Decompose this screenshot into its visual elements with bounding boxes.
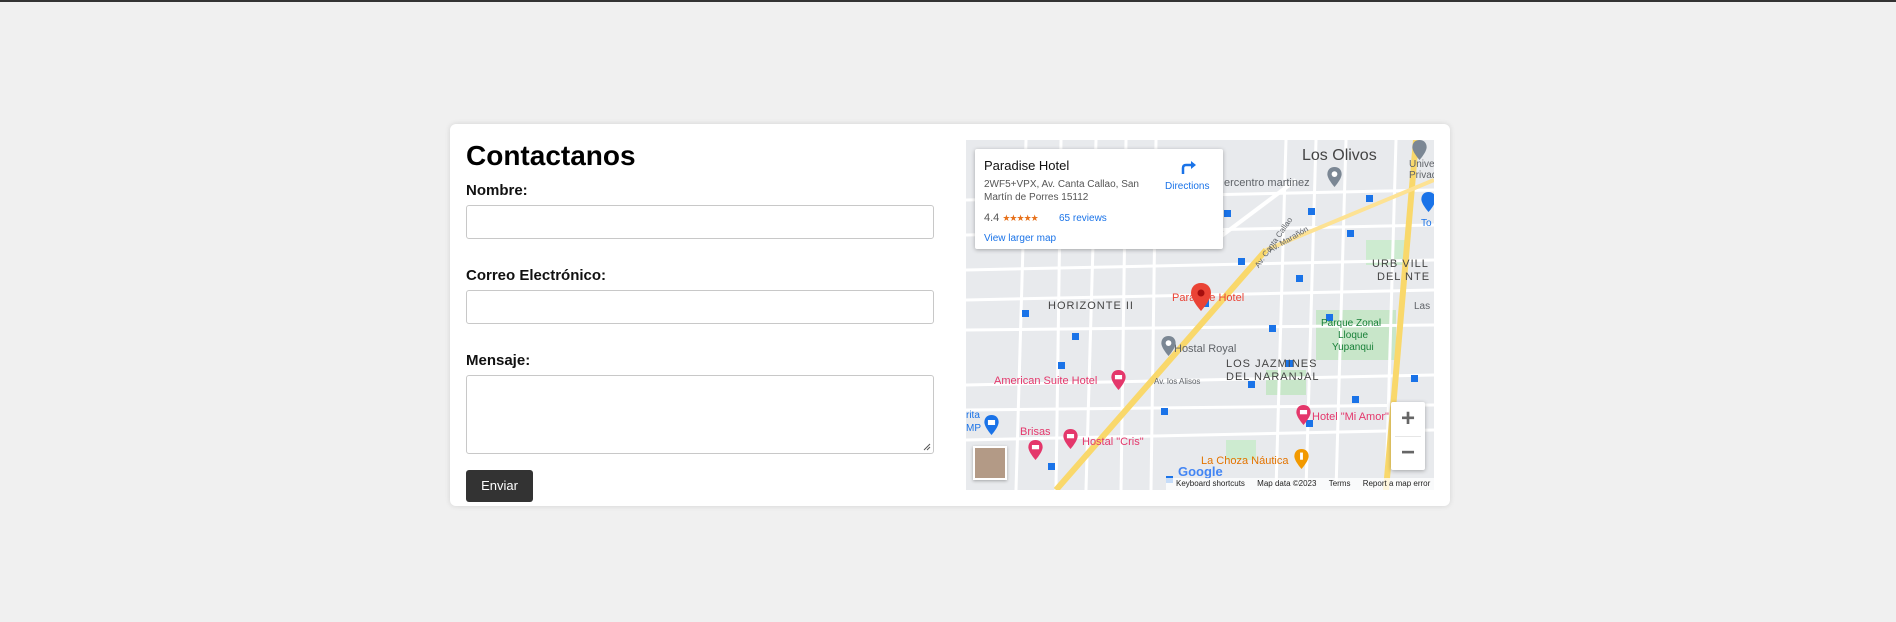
map-data-text: Map data ©2023 (1257, 479, 1317, 488)
map-label-universidad: Univer (1409, 159, 1434, 170)
map-label-to: To (1421, 218, 1432, 229)
map-label-av-los-alisos: Av. los Alisos (1154, 377, 1201, 386)
rating-stars-icon: ★★★★★ (1002, 213, 1038, 223)
map-label-parque-zonal: Parque Zonal (1321, 318, 1382, 329)
zoom-in-button[interactable]: + (1391, 402, 1425, 436)
map-label-las: Las (1414, 301, 1431, 312)
embedded-map[interactable]: Los Olivos Univer Privad ercentro martin… (966, 140, 1434, 490)
contact-card: Contactanos Nombre: Correo Electrónico: … (450, 124, 1450, 506)
contact-form: Contactanos Nombre: Correo Electrónico: … (466, 140, 934, 502)
university-marker-icon[interactable] (1412, 140, 1427, 160)
map-label-del-naranjal: DEL NARANJAL (1226, 371, 1320, 383)
terms-link[interactable]: Terms (1329, 479, 1351, 488)
map-label-del-nte: DEL NTE (1377, 271, 1431, 283)
submit-button[interactable]: Enviar (466, 470, 533, 502)
report-error-link[interactable]: Report a map error (1363, 479, 1431, 488)
map-label-privada: Privad (1409, 170, 1434, 181)
map-label-horizonte: HORIZONTE II (1048, 300, 1134, 312)
place-name: Paradise Hotel (984, 158, 1070, 173)
place-info-card: Paradise Hotel 2WF5+VPX, Av. Canta Calla… (975, 149, 1223, 249)
message-label: Mensaje: (466, 352, 531, 369)
map-label-lloque: Lloque (1338, 330, 1369, 341)
hostal-cris-marker-icon[interactable] (1063, 429, 1078, 449)
view-larger-map-link[interactable]: View larger map (984, 233, 1056, 244)
hotel-mi-amor-marker-icon[interactable] (1296, 405, 1311, 425)
message-textarea[interactable] (466, 375, 934, 454)
hostal-royal-marker-icon[interactable] (1161, 336, 1176, 356)
shopping-marker-icon[interactable] (984, 415, 999, 435)
satellite-toggle-button[interactable] (973, 446, 1007, 480)
email-input[interactable] (466, 290, 934, 324)
name-label: Nombre: (466, 182, 528, 199)
map-label-urb-villa: URB VILL (1372, 258, 1429, 270)
reviews-link[interactable]: 65 reviews (1059, 213, 1107, 224)
brisas-marker-icon[interactable] (1028, 440, 1043, 460)
place-rating: 4.4 ★★★★★ (984, 212, 1039, 224)
map-label-hostal-royal[interactable]: Hostal Royal (1174, 343, 1236, 355)
page-title: Contactanos (466, 140, 636, 171)
top-border (0, 0, 1896, 2)
zoom-out-button[interactable]: − (1391, 436, 1425, 470)
email-label: Correo Electrónico: (466, 267, 607, 284)
map-label-mp: MP (966, 423, 981, 434)
map-footer: Keyboard shortcuts Map data ©2023 Terms … (1166, 478, 1434, 490)
map-label-los-jazmines: LOS JAZMINES (1226, 358, 1318, 370)
place-address: 2WF5+VPX, Av. Canta Callao, San Martín d… (984, 179, 1139, 203)
name-input[interactable] (466, 205, 934, 239)
american-suite-marker-icon[interactable] (1111, 370, 1126, 390)
map-label-hostal-cris[interactable]: Hostal "Cris" (1082, 436, 1144, 448)
map-label-yupanqui: Yupanqui (1332, 342, 1374, 353)
la-choza-marker-icon[interactable] (1294, 449, 1309, 469)
directions-link[interactable]: Directions (1165, 181, 1209, 192)
tottus-marker-icon[interactable] (1421, 192, 1434, 212)
directions-icon[interactable] (1180, 159, 1198, 177)
supercentro-marker-icon[interactable] (1327, 167, 1342, 187)
map-label-los-olivos: Los Olivos (1302, 147, 1377, 164)
map-label-american-suite[interactable]: American Suite Hotel (994, 375, 1097, 387)
rating-value: 4.4 (984, 212, 1000, 224)
google-logo: Google (1178, 464, 1223, 479)
paradise-hotel-marker-icon[interactable] (1191, 283, 1211, 311)
map-label-tottus: rita (966, 410, 980, 421)
map-label-hotel-mi-amor[interactable]: Hotel "Mi Amor" (1312, 411, 1389, 423)
zoom-controls: + − (1391, 402, 1425, 470)
map-label-supercentro: ercentro martinez (1224, 177, 1310, 189)
map-label-brisas[interactable]: Brisas (1020, 426, 1051, 438)
keyboard-shortcuts-link[interactable]: Keyboard shortcuts (1176, 479, 1245, 488)
resize-handle-icon[interactable] (923, 443, 931, 451)
